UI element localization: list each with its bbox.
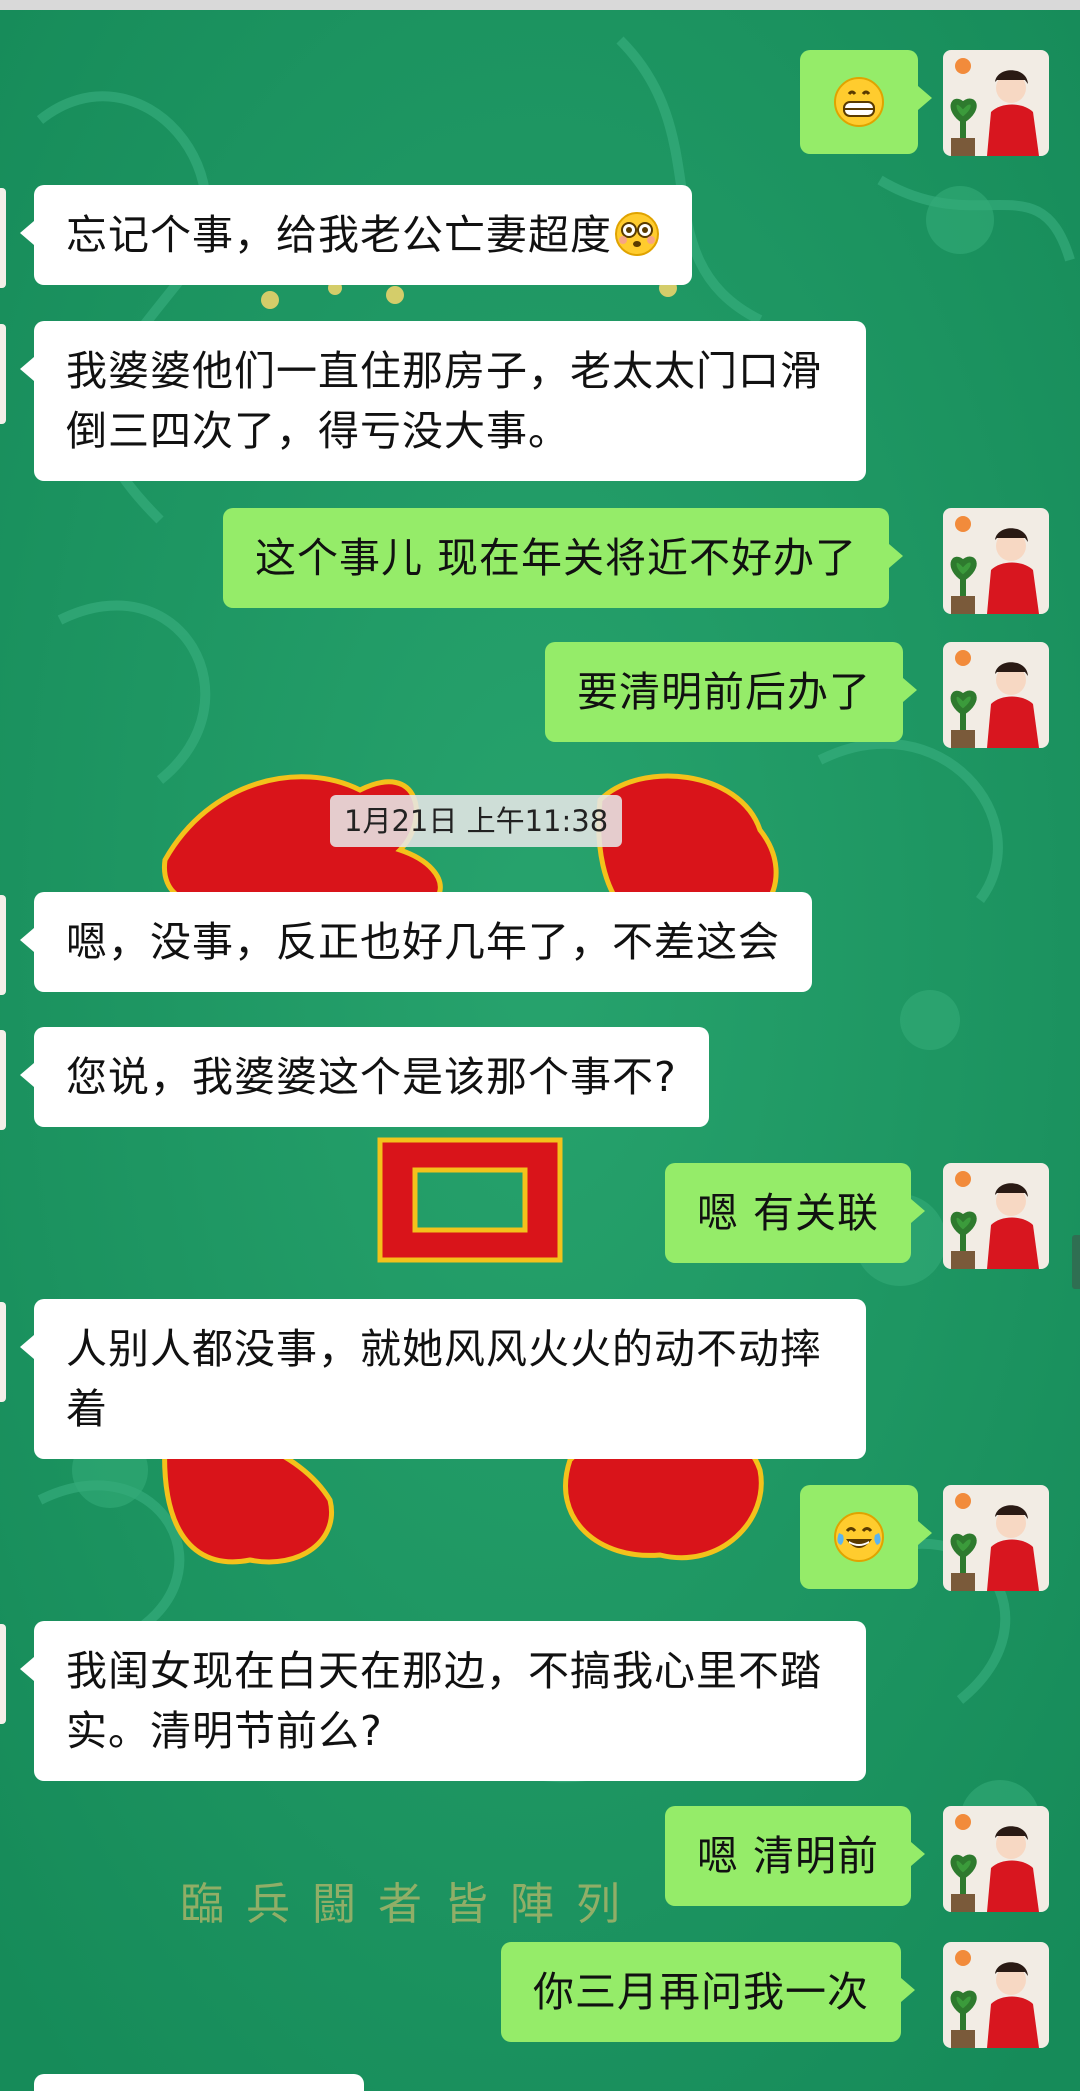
message-bubble-outgoing[interactable]: 嗯 有关联: [665, 1163, 926, 1263]
message-text: 您说，我婆婆这个是该那个事不?: [66, 1053, 677, 1101]
avatar-self-image: [943, 1806, 1049, 1912]
message-bubble-incoming-partial[interactable]: [34, 2074, 364, 2091]
avatar-self-image: [943, 642, 1049, 748]
avatar-self-image: [943, 1163, 1049, 1269]
message-timestamp: 1月21日 上午11:38: [330, 795, 623, 847]
message-text: 嗯 清明前: [697, 1832, 880, 1880]
scrollbar[interactable]: [1072, 1235, 1080, 1289]
message-bubble-incoming[interactable]: 您说，我婆婆这个是该那个事不?: [20, 1027, 709, 1127]
avatar-self[interactable]: [943, 508, 1049, 614]
message-bubble-outgoing-emoji[interactable]: [800, 50, 932, 154]
avatar-self-image: [943, 50, 1049, 156]
avatar-self[interactable]: [943, 1485, 1049, 1591]
avatar-self-image: [943, 1942, 1049, 2048]
message-text: 人别人都没事，就她风风火火的动不动摔着: [66, 1325, 822, 1433]
avatar-contact-partial[interactable]: [0, 188, 6, 288]
avatar-self[interactable]: [943, 642, 1049, 748]
message-bubble-outgoing-emoji[interactable]: [800, 1485, 932, 1589]
message-bubble-outgoing[interactable]: 你三月再问我一次: [501, 1942, 915, 2042]
message-text: 嗯 有关联: [697, 1189, 880, 1237]
grinning-face-icon: [834, 77, 884, 127]
status-bar-strip: [0, 0, 1080, 10]
avatar-self[interactable]: [943, 1942, 1049, 2048]
message-text: 这个事儿 现在年关将近不好办了: [255, 534, 858, 582]
avatar-self-image: [943, 1485, 1049, 1591]
avatar-self[interactable]: [943, 1163, 1049, 1269]
message-bubble-outgoing[interactable]: 要清明前后办了: [545, 642, 917, 742]
message-bubble-outgoing[interactable]: 嗯 清明前: [665, 1806, 926, 1906]
avatar-contact-partial[interactable]: [0, 324, 6, 424]
message-text: 要清明前后办了: [577, 668, 871, 716]
message-bubble-incoming[interactable]: 嗯，没事，反正也好几年了，不差这会: [20, 892, 812, 992]
message-text: 我婆婆他们一直住那房子，老太太门口滑倒三四次了，得亏没大事。: [66, 347, 822, 455]
message-text: 我闺女现在白天在那边，不搞我心里不踏实。清明节前么?: [66, 1647, 822, 1755]
avatar-self[interactable]: [943, 1806, 1049, 1912]
avatar-self-image: [943, 508, 1049, 614]
chat-screen: 臨兵闘者皆陣列 忘记个事，给我老公亡妻超度 我婆婆他们一直住那房子，老太太门口滑…: [0, 0, 1080, 2091]
message-bubble-outgoing[interactable]: 这个事儿 现在年关将近不好办了: [223, 508, 904, 608]
message-bubble-incoming[interactable]: 我婆婆他们一直住那房子，老太太门口滑倒三四次了，得亏没大事。: [20, 321, 866, 481]
tears-of-joy-face-icon: [834, 1512, 884, 1562]
avatar-contact-partial[interactable]: [0, 895, 6, 995]
avatar-contact-partial[interactable]: [0, 1030, 6, 1130]
avatar-self[interactable]: [943, 50, 1049, 156]
avatar-contact-partial[interactable]: [0, 1624, 6, 1724]
message-text: 嗯，没事，反正也好几年了，不差这会: [66, 918, 780, 966]
message-bubble-incoming[interactable]: 忘记个事，给我老公亡妻超度: [20, 185, 692, 285]
flushed-face-icon: [615, 212, 659, 256]
poster-seal-text: 臨兵闘者皆陣列: [180, 1879, 642, 1930]
avatar-contact-partial[interactable]: [0, 1302, 6, 1402]
message-bubble-incoming[interactable]: 人别人都没事，就她风风火火的动不动摔着: [20, 1299, 866, 1459]
message-text: 忘记个事，给我老公亡妻超度: [66, 211, 612, 259]
message-bubble-incoming[interactable]: 我闺女现在白天在那边，不搞我心里不踏实。清明节前么?: [20, 1621, 866, 1781]
message-text: 你三月再问我一次: [533, 1968, 869, 2016]
